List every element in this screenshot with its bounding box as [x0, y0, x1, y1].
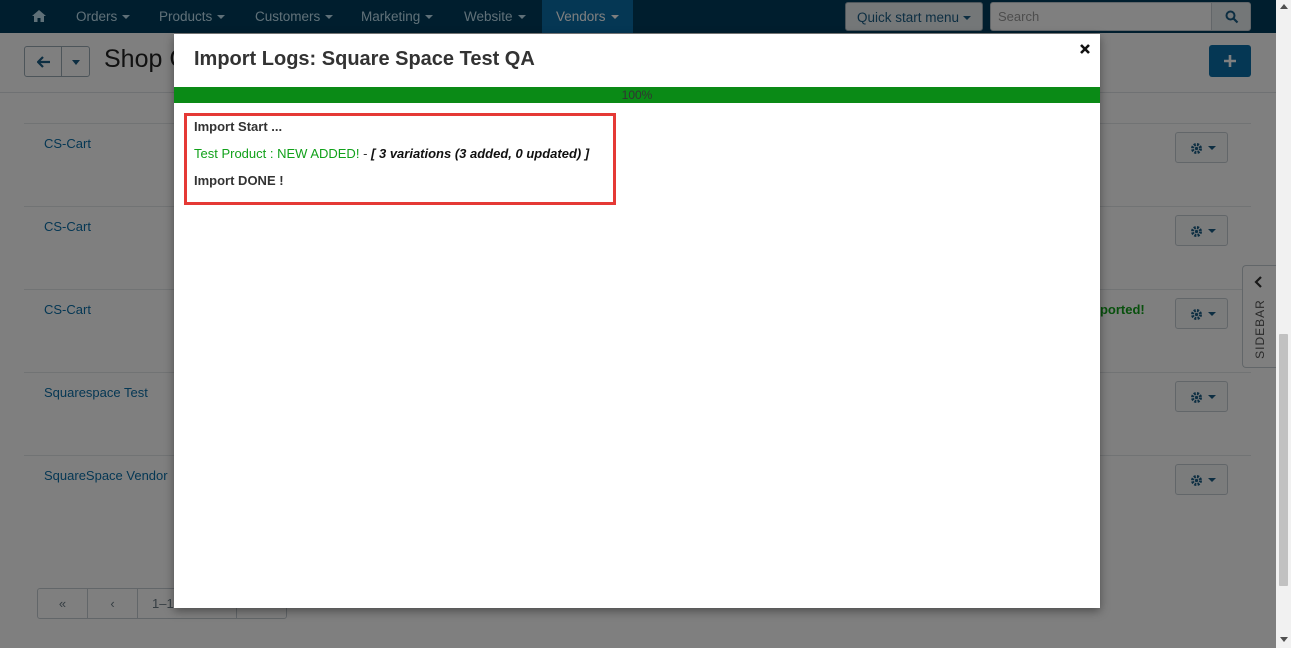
log-product-line: Test Product : NEW ADDED! - [ 3 variatio… [194, 146, 589, 161]
page-background: Orders Products Customers Marketing Webs… [0, 0, 1276, 648]
log-separator: - [363, 146, 368, 161]
scroll-down-arrow[interactable] [1280, 637, 1288, 642]
log-done-line: Import DONE ! [194, 173, 284, 188]
modal-title: Import Logs: Square Space Test QA [194, 48, 535, 70]
scroll-up-arrow[interactable] [1280, 4, 1288, 9]
import-progress-bar: 100% [174, 87, 1100, 103]
log-start-line: Import Start ... [194, 119, 283, 134]
import-logs-modal: Import Logs: Square Space Test QA 100% I… [174, 34, 1100, 608]
log-product-message: Test Product : NEW ADDED! [194, 146, 360, 161]
page-scrollbar[interactable] [1276, 0, 1291, 648]
progress-label: 100% [621, 88, 653, 102]
log-variations: [ 3 variations (3 added, 0 updated) ] [371, 146, 590, 161]
scroll-thumb[interactable] [1279, 334, 1288, 586]
close-icon[interactable] [1078, 42, 1092, 56]
